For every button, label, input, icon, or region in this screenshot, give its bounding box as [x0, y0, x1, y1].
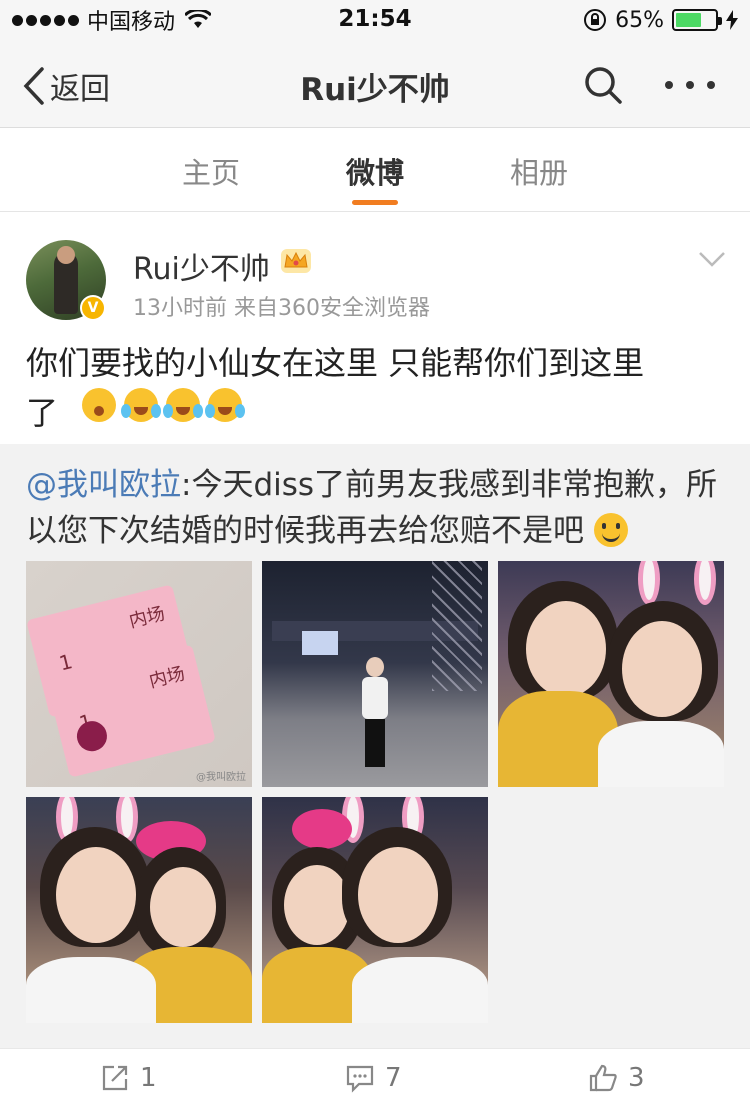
page-title: Rui少不帅 — [300, 72, 450, 108]
status-right: 65% — [583, 6, 738, 34]
chevron-down-icon[interactable] — [698, 250, 726, 268]
verified-badge-icon: V — [80, 295, 106, 321]
status-bar: 中国移动 21:54 65% — [0, 0, 750, 40]
repost-icon — [102, 1065, 128, 1091]
repost-mention-link[interactable]: @我叫欧拉 — [26, 467, 181, 503]
crying-laughing-icon — [121, 388, 161, 422]
post-emoji-row — [82, 388, 245, 422]
comment-icon — [346, 1065, 374, 1093]
crown-icon — [281, 249, 311, 273]
ticket-number: 1 — [56, 649, 75, 676]
post-author-name[interactable]: Rui少不帅 — [133, 244, 270, 288]
ticket-label: 内场 — [127, 603, 168, 633]
post-text-line-1: 你们要找的小仙女在这里 只能帮你们到这里 — [26, 344, 645, 382]
charging-bolt-icon — [726, 10, 738, 30]
comment-count: 7 — [385, 1063, 402, 1093]
thumbs-up-icon — [589, 1064, 617, 1092]
battery-percent: 65% — [615, 7, 664, 33]
profile-tabs: 主页 微博 相册 — [0, 128, 750, 212]
crying-laughing-icon — [205, 388, 245, 422]
tab-album[interactable]: 相册 — [479, 150, 599, 192]
comment-button[interactable]: 7 — [345, 1063, 402, 1093]
ticket-label: 内场 — [147, 663, 188, 693]
photo-selfie-1[interactable] — [498, 561, 724, 787]
photo-stadium[interactable] — [262, 561, 488, 787]
search-icon[interactable] — [582, 64, 624, 106]
smile-icon — [593, 513, 628, 547]
tab-home[interactable]: 主页 — [151, 150, 271, 192]
like-count: 3 — [628, 1063, 645, 1093]
like-button[interactable]: 3 — [588, 1063, 645, 1093]
post-meta: 13小时前 来自360安全浏览器 — [133, 296, 430, 321]
crying-laughing-icon — [163, 388, 203, 422]
standing-person — [360, 657, 390, 767]
battery-icon — [672, 9, 722, 31]
repost-card[interactable]: @我叫欧拉:今天diss了前男友我感到非常抱歉，所以您下次结婚的时候我再去给您赔… — [0, 444, 750, 1048]
tab-weibo[interactable]: 微博 — [315, 150, 435, 192]
photo-tickets[interactable]: 内场 1 内场 1 @我叫欧拉 — [26, 561, 252, 787]
repost-button[interactable]: 1 — [100, 1063, 157, 1093]
rotation-lock-icon — [584, 9, 607, 31]
more-options-icon[interactable] — [665, 70, 715, 100]
photo-selfie-2[interactable] — [26, 797, 252, 1023]
photo-selfie-3[interactable] — [262, 797, 488, 1023]
photo-watermark: @我叫欧拉 — [196, 772, 246, 783]
nav-bar: 返回 Rui少不帅 — [0, 40, 750, 128]
repost-count: 1 — [140, 1063, 157, 1093]
fearful-face-icon — [82, 388, 116, 422]
repost-text: @我叫欧拉:今天diss了前男友我感到非常抱歉，所以您下次结婚的时候我再去给您赔… — [26, 462, 726, 554]
post-action-bar: 1 7 3 — [0, 1048, 750, 1112]
battery-fill — [676, 13, 701, 27]
active-tab-indicator — [352, 200, 398, 205]
